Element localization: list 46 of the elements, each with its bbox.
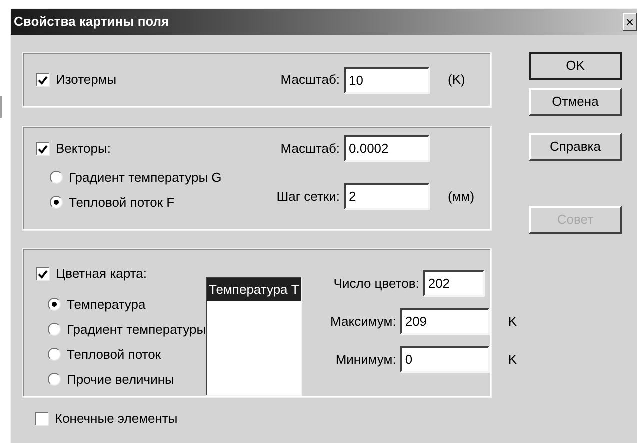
- radio-label: Градиент температуры: [67, 320, 206, 339]
- unit-label: (K): [448, 71, 466, 90]
- list-box[interactable]: Температура T: [206, 277, 302, 396]
- checkbox-label: Цветная карта:: [56, 265, 147, 284]
- input-field[interactable]: 202: [423, 270, 486, 297]
- unit-label: K: [508, 312, 518, 331]
- input-field[interactable]: 0.0002: [344, 135, 430, 162]
- checkbox-label: Векторы:: [56, 140, 111, 158]
- input-field[interactable]: 209: [400, 308, 490, 335]
- field-label: Масштаб:: [280, 71, 341, 90]
- radio-button[interactable]: [50, 196, 63, 209]
- checkbox[interactable]: [36, 267, 50, 281]
- check-icon: [38, 144, 48, 154]
- radio-label: Тепловой поток F: [69, 194, 175, 212]
- checkbox[interactable]: [36, 73, 50, 87]
- field-label: Масштаб:: [280, 140, 341, 158]
- list-item[interactable]: Температура T: [207, 278, 302, 301]
- radio-button[interactable]: [48, 373, 61, 386]
- unit-label: K: [508, 350, 518, 369]
- field-label: Число цветов:: [332, 274, 420, 293]
- radio-label: Температура: [67, 296, 146, 314]
- check-icon: [38, 270, 48, 278]
- field-label: Минимум:: [334, 350, 398, 369]
- dialog-button[interactable]: Справка: [529, 133, 622, 161]
- radio-label: Тепловой поток: [67, 346, 162, 364]
- input-field[interactable]: 10: [344, 66, 430, 94]
- radio-button[interactable]: [48, 323, 61, 336]
- checkbox-label: Изотермы: [56, 71, 117, 90]
- radio-button[interactable]: [48, 348, 61, 361]
- checkbox[interactable]: [36, 142, 50, 156]
- check-icon: [38, 76, 48, 84]
- input-field[interactable]: 0: [400, 346, 490, 373]
- field-label: Максимум:: [330, 312, 398, 331]
- radio-button[interactable]: [50, 171, 63, 184]
- close-button[interactable]: ×: [623, 13, 637, 31]
- window-title: Свойства картины поля: [14, 13, 170, 32]
- dialog-button[interactable]: OK: [529, 52, 622, 80]
- radio-label: Прочие величины: [67, 370, 174, 389]
- checkbox-label: Конечные элементы: [55, 410, 178, 428]
- dialog-button[interactable]: Отмена: [529, 88, 622, 116]
- unit-label: (мм): [448, 188, 475, 206]
- field-label: Шаг сетки:: [276, 188, 341, 206]
- radio-button[interactable]: [48, 298, 61, 311]
- input-field[interactable]: 2: [344, 183, 430, 210]
- radio-label: Градиент температуры G: [69, 168, 222, 187]
- checkbox[interactable]: [35, 412, 49, 426]
